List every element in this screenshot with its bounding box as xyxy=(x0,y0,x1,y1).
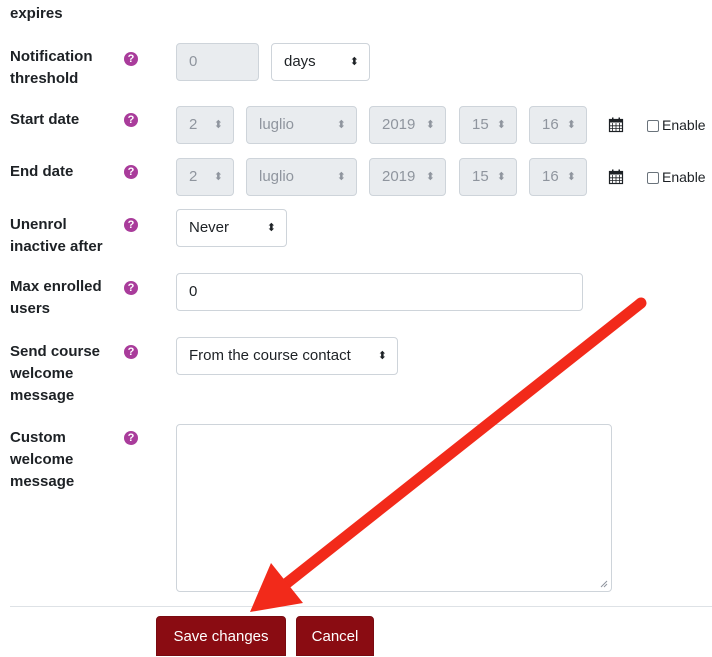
notification-threshold-label-line1: Notification xyxy=(10,48,93,65)
custom-welcome-label-line3: message xyxy=(10,473,75,490)
unenrol-inactive-value: Never xyxy=(189,219,230,236)
start-minute-select[interactable]: 16 ⬍ xyxy=(529,106,587,144)
help-icon-notification[interactable]: ? xyxy=(124,52,138,66)
end-hour-select[interactable]: 15 ⬍ xyxy=(459,158,517,196)
send-welcome-label: Send course welcome message xyxy=(10,341,100,407)
send-welcome-label-line2: welcome xyxy=(10,365,74,382)
unenrol-inactive-label-line1: Unenrol xyxy=(10,216,67,233)
unenrol-inactive-label: Unenrol inactive after xyxy=(10,214,103,258)
start-day-select[interactable]: 2 ⬍ xyxy=(176,106,234,144)
start-month-select[interactable]: luglio ⬍ xyxy=(246,106,357,144)
send-welcome-select[interactable]: From the course contact ⬍ xyxy=(176,337,398,375)
unenrol-inactive-select[interactable]: Never ⬍ xyxy=(176,209,287,247)
end-hour-value: 15 xyxy=(472,168,489,185)
calendar-icon[interactable] xyxy=(608,169,624,185)
notification-threshold-input[interactable]: 0 xyxy=(176,43,259,81)
end-date-label: End date xyxy=(10,163,74,180)
start-hour-value: 15 xyxy=(472,116,489,133)
custom-welcome-label: Custom welcome message xyxy=(10,427,74,493)
max-enrolled-label-line1: Max enrolled xyxy=(10,278,102,295)
start-month-value: luglio xyxy=(259,116,295,133)
updown-caret-icon: ⬍ xyxy=(349,56,359,68)
start-minute-value: 16 xyxy=(542,116,559,133)
end-minute-value: 16 xyxy=(542,168,559,185)
max-enrolled-label-line2: users xyxy=(10,300,51,317)
help-icon-end-date[interactable]: ? xyxy=(124,165,138,179)
unenrol-inactive-label-line2: inactive after xyxy=(10,238,103,255)
updown-caret-icon: ⬍ xyxy=(425,171,435,183)
notification-threshold-label: Notification threshold xyxy=(10,46,93,90)
updown-caret-icon: ⬍ xyxy=(425,119,435,131)
updown-caret-icon: ⬍ xyxy=(496,171,506,183)
updown-caret-icon: ⬍ xyxy=(566,119,576,131)
send-welcome-label-line3: message xyxy=(10,387,75,404)
resize-grip-icon[interactable] xyxy=(600,580,608,588)
updown-caret-icon: ⬍ xyxy=(213,171,223,183)
updown-caret-icon: ⬍ xyxy=(496,119,506,131)
custom-welcome-label-line1: Custom xyxy=(10,429,66,446)
max-enrolled-input[interactable]: 0 xyxy=(176,273,583,311)
updown-caret-icon: ⬍ xyxy=(566,171,576,183)
save-changes-button[interactable]: Save changes xyxy=(156,616,286,656)
help-icon-max-enrolled[interactable]: ? xyxy=(124,281,138,295)
custom-welcome-label-line2: welcome xyxy=(10,451,74,468)
end-month-value: luglio xyxy=(259,168,295,185)
end-day-select[interactable]: 2 ⬍ xyxy=(176,158,234,196)
updown-caret-icon: ⬍ xyxy=(336,119,346,131)
form-divider xyxy=(10,606,712,607)
expires-label: expires xyxy=(10,5,63,22)
start-date-enable-checkbox[interactable] xyxy=(647,120,659,132)
start-year-value: 2019 xyxy=(382,116,416,133)
start-date-label: Start date xyxy=(10,111,80,128)
updown-caret-icon: ⬍ xyxy=(213,119,223,131)
end-minute-select[interactable]: 16 ⬍ xyxy=(529,158,587,196)
end-year-select[interactable]: 2019 ⬍ xyxy=(369,158,446,196)
updown-caret-icon: ⬍ xyxy=(266,222,276,234)
end-day-value: 2 xyxy=(189,168,198,185)
send-welcome-label-line1: Send course xyxy=(10,343,101,360)
notification-unit-value: days xyxy=(284,53,316,70)
calendar-icon[interactable] xyxy=(608,117,624,133)
start-date-enable-label[interactable]: Enable xyxy=(662,116,706,134)
end-year-value: 2019 xyxy=(382,168,416,185)
max-enrolled-label: Max enrolled users xyxy=(10,276,102,320)
updown-caret-icon: ⬍ xyxy=(377,350,387,362)
send-welcome-value: From the course contact xyxy=(189,347,351,364)
notification-unit-select[interactable]: days ⬍ xyxy=(271,43,370,81)
end-date-enable-checkbox[interactable] xyxy=(647,172,659,184)
end-month-select[interactable]: luglio ⬍ xyxy=(246,158,357,196)
notification-threshold-label-line2: threshold xyxy=(10,70,79,87)
cancel-button[interactable]: Cancel xyxy=(296,616,374,656)
end-date-enable-label[interactable]: Enable xyxy=(662,168,706,186)
help-icon-custom-welcome[interactable]: ? xyxy=(124,431,138,445)
start-day-value: 2 xyxy=(189,116,198,133)
updown-caret-icon: ⬍ xyxy=(336,171,346,183)
help-icon-send-welcome[interactable]: ? xyxy=(124,345,138,359)
help-icon-start-date[interactable]: ? xyxy=(124,113,138,127)
start-hour-select[interactable]: 15 ⬍ xyxy=(459,106,517,144)
help-icon-unenrol[interactable]: ? xyxy=(124,218,138,232)
start-year-select[interactable]: 2019 ⬍ xyxy=(369,106,446,144)
custom-welcome-textarea[interactable] xyxy=(176,424,612,592)
